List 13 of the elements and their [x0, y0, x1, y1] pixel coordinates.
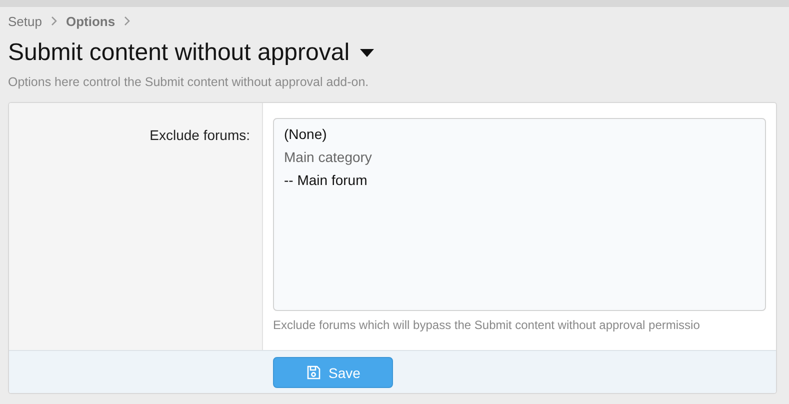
page-description: Options here control the Submit content without approval add-on.	[7, 74, 370, 91]
list-option[interactable]: -- Main forum	[284, 171, 755, 190]
page-title: Submit content without approval	[8, 39, 350, 67]
breadcrumb-link[interactable]: Setup	[8, 14, 42, 28]
chevron-icon	[123, 16, 132, 26]
chevron-icon	[50, 16, 58, 26]
option-hint: Exclude forums which will bypass the Submit content without approval permissio	[273, 318, 701, 332]
list-option: Main category	[284, 148, 755, 167]
option-label: Exclude forums:	[150, 127, 250, 143]
list-option[interactable]: (None)	[284, 125, 755, 144]
floppy-disk-icon	[306, 365, 321, 380]
breadcrumb-link[interactable]: Options	[66, 14, 116, 28]
dropdown-caret-icon[interactable]	[360, 49, 374, 57]
